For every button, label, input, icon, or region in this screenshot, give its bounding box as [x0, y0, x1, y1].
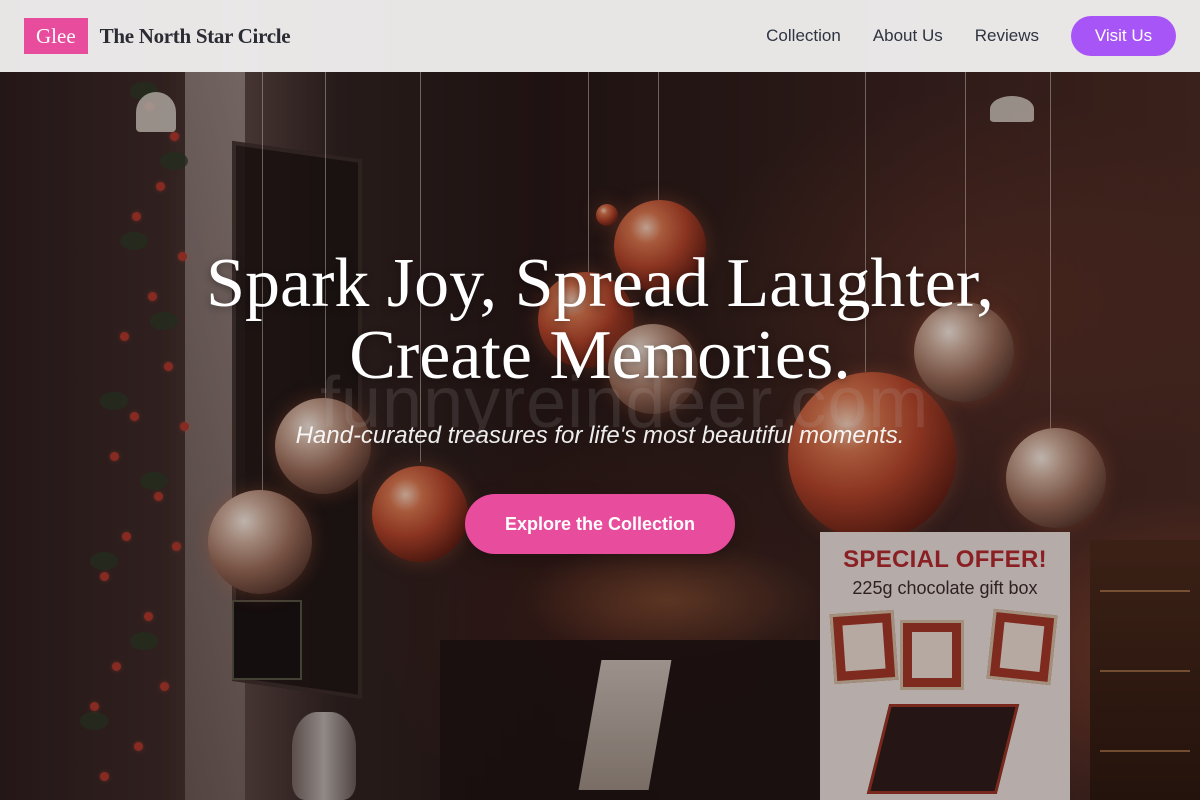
nav-link-collection[interactable]: Collection — [766, 26, 841, 46]
brand-name[interactable]: The North Star Circle — [100, 24, 291, 49]
hero-title: Spark Joy, Spread Laughter, Create Memor… — [206, 245, 994, 394]
visit-us-button[interactable]: Visit Us — [1071, 16, 1176, 56]
nav-link-about-us[interactable]: About Us — [873, 26, 943, 46]
hero-subtitle: Hand-curated treasures for life's most b… — [295, 422, 905, 449]
logo-badge[interactable]: Glee — [24, 18, 88, 54]
nav-link-reviews[interactable]: Reviews — [975, 26, 1039, 46]
explore-collection-button[interactable]: Explore the Collection — [465, 494, 735, 554]
hero-section: Spark Joy, Spread Laughter, Create Memor… — [0, 248, 1200, 554]
navbar: Glee The North Star Circle Collection Ab… — [0, 0, 1200, 72]
nav-links: Collection About Us Reviews — [766, 26, 1039, 46]
